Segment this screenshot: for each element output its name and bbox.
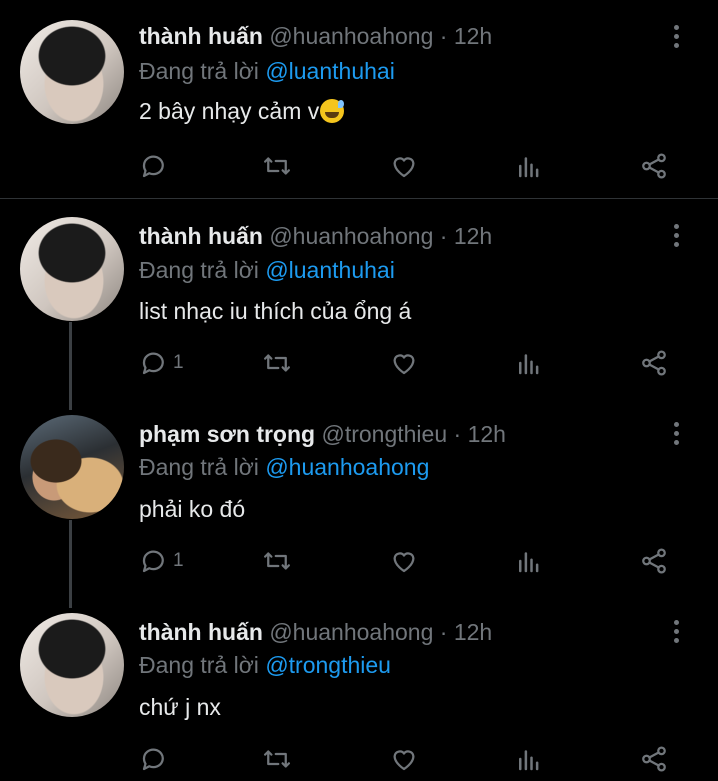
user-handle[interactable]: @huanhoahong	[269, 23, 433, 49]
like-button[interactable]	[389, 544, 419, 578]
like-icon	[393, 552, 415, 573]
tweet-header: thành huấn @huanhoahong · 12h	[139, 223, 492, 250]
reply-prefix: Đang trả lời	[139, 652, 259, 678]
tweet-text: chứ j nx	[139, 694, 221, 720]
avatar[interactable]	[20, 217, 124, 321]
views-button[interactable]	[514, 544, 544, 578]
user-handle[interactable]: @huanhoahong	[269, 619, 433, 645]
retweet-button[interactable]	[262, 149, 292, 183]
timestamp[interactable]: 12h	[454, 23, 492, 49]
retweet-icon	[264, 157, 290, 175]
separator-dot: ·	[439, 223, 448, 249]
reply-prefix: Đang trả lời	[139, 58, 259, 84]
share-button[interactable]	[639, 544, 669, 578]
reply-count: 1	[173, 550, 184, 571]
more-options-icon[interactable]	[667, 224, 687, 248]
retweet-button[interactable]	[262, 346, 292, 380]
reply-icon	[142, 352, 164, 375]
reply-mention[interactable]: @luanthuhai	[265, 58, 395, 84]
replying-to: Đang trả lời @luanthuhai	[139, 257, 395, 284]
views-icon	[519, 552, 539, 573]
retweet-button[interactable]	[262, 742, 292, 776]
tweet-4[interactable]: thành huấn @huanhoahong · 12h Đang trả l…	[0, 595, 718, 781]
action-bar: 1	[0, 544, 718, 578]
tweet-header: phạm sơn trọng @trongthieu · 12h	[139, 421, 506, 448]
reply-mention[interactable]: @trongthieu	[265, 652, 391, 678]
tweet-text: phải ko đó	[139, 496, 246, 522]
reply-count: 1	[173, 352, 184, 373]
tweet-3[interactable]: phạm sơn trọng @trongthieu · 12h Đang tr…	[0, 397, 718, 595]
reply-icon	[142, 550, 164, 573]
tweet-text: list nhạc iu thích của ổng á	[139, 298, 412, 324]
like-button[interactable]	[389, 742, 419, 776]
action-bar	[0, 149, 718, 183]
reply-button[interactable]: 1	[139, 346, 184, 380]
user-handle[interactable]: @trongthieu	[321, 421, 447, 447]
avatar[interactable]	[20, 20, 124, 124]
share-icon	[642, 350, 666, 376]
timestamp[interactable]: 12h	[468, 421, 506, 447]
action-bar	[0, 742, 718, 776]
share-icon	[642, 746, 666, 772]
retweet-icon	[264, 552, 290, 570]
share-button[interactable]	[639, 346, 669, 380]
reply-mention[interactable]: @luanthuhai	[265, 257, 395, 283]
reply-button[interactable]: 1	[139, 544, 184, 578]
separator-dot: ·	[453, 421, 462, 447]
display-name[interactable]: phạm sơn trọng	[139, 421, 315, 447]
views-button[interactable]	[514, 149, 544, 183]
views-button[interactable]	[514, 346, 544, 380]
reply-button[interactable]	[139, 742, 173, 776]
views-icon	[519, 354, 539, 375]
tweet-text-content: 2 bây nhạy cảm v	[139, 98, 320, 124]
replying-to: Đang trả lời @luanthuhai	[139, 58, 395, 85]
reply-icon	[142, 748, 164, 771]
action-bar: 1	[0, 346, 718, 380]
tweet-header: thành huấn @huanhoahong · 12h	[139, 23, 492, 50]
display-name[interactable]: thành huấn	[139, 223, 263, 249]
timestamp[interactable]: 12h	[454, 619, 492, 645]
retweet-icon	[264, 354, 290, 372]
reply-button[interactable]	[139, 149, 173, 183]
retweet-button[interactable]	[262, 544, 292, 578]
tweet-2[interactable]: thành huấn @huanhoahong · 12h Đang trả l…	[0, 199, 718, 397]
avatar[interactable]	[20, 415, 124, 519]
reply-icon	[142, 155, 164, 178]
more-options-icon[interactable]	[667, 620, 687, 644]
display-name[interactable]: thành huấn	[139, 23, 263, 49]
like-button[interactable]	[389, 346, 419, 380]
share-icon	[642, 153, 666, 179]
separator-dot: ·	[439, 23, 448, 49]
display-name[interactable]: thành huấn	[139, 619, 263, 645]
share-icon	[642, 548, 666, 574]
separator-dot: ·	[439, 619, 448, 645]
retweet-icon	[264, 750, 290, 768]
share-button[interactable]	[639, 149, 669, 183]
views-icon	[519, 750, 539, 771]
tweet-1[interactable]: thành huấn @huanhoahong · 12h Đang trả l…	[0, 0, 718, 198]
like-icon	[393, 157, 415, 178]
reply-mention[interactable]: @huanhoahong	[265, 454, 429, 480]
timestamp[interactable]: 12h	[454, 223, 492, 249]
user-handle[interactable]: @huanhoahong	[269, 223, 433, 249]
share-button[interactable]	[639, 742, 669, 776]
like-button[interactable]	[389, 149, 419, 183]
replying-to: Đang trả lời @trongthieu	[139, 652, 391, 679]
like-icon	[393, 750, 415, 771]
like-icon	[393, 354, 415, 375]
views-icon	[519, 157, 539, 178]
avatar[interactable]	[20, 613, 124, 717]
reply-prefix: Đang trả lời	[139, 454, 259, 480]
tweet-header: thành huấn @huanhoahong · 12h	[139, 619, 492, 646]
replying-to: Đang trả lời @huanhoahong	[139, 454, 429, 481]
reply-prefix: Đang trả lời	[139, 257, 259, 283]
more-options-icon[interactable]	[667, 422, 687, 446]
views-button[interactable]	[514, 742, 544, 776]
sweat-smile-emoji-icon	[320, 99, 345, 123]
tweet-text: 2 bây nhạy cảm v	[139, 98, 345, 125]
more-options-icon[interactable]	[667, 25, 687, 49]
